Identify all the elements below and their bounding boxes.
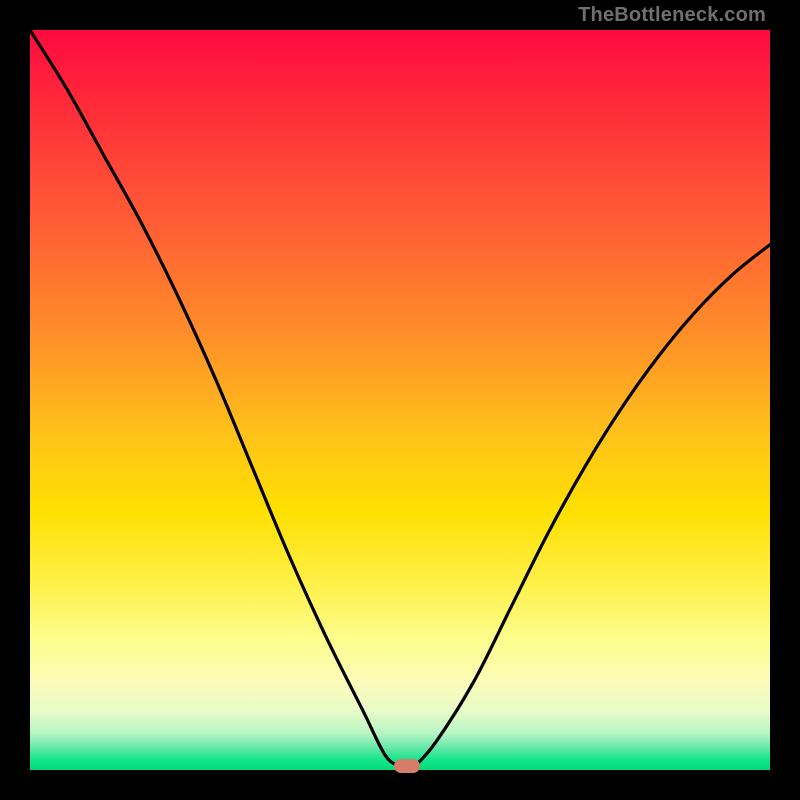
plot-area [30, 30, 770, 770]
watermark-text: TheBottleneck.com [578, 4, 766, 27]
chart-frame: TheBottleneck.com [0, 0, 800, 800]
bottleneck-curve [30, 30, 770, 770]
minimum-marker [394, 759, 420, 773]
